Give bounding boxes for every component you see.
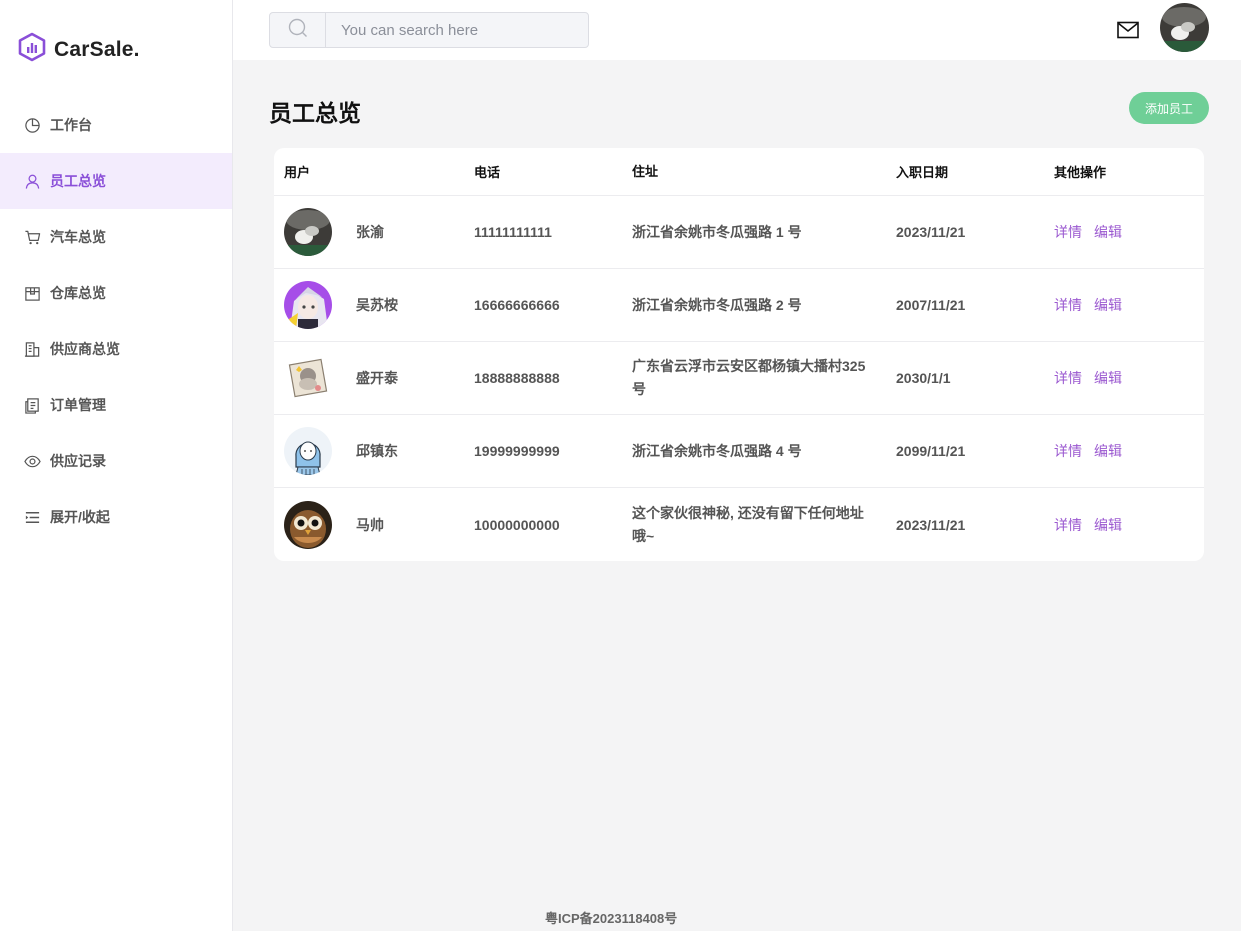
page-title: 员工总览 [269,100,361,126]
sidebar-item-label: 员工总览 [50,173,106,189]
sidebar-item-label: 工作台 [50,117,92,133]
employee-name: 马帅 [356,516,384,533]
column-header-phone: 电话 [474,165,501,180]
employee-address: 浙江省余姚市冬瓜强路 1 号 [632,223,802,240]
detail-link[interactable]: 详情 [1054,295,1082,315]
sidebar-item-employees[interactable]: 员工总览 [0,153,232,209]
employee-address: 广东省云浮市云安区都杨镇大播村325号 [632,358,866,397]
employee-phone: 11111111111 [474,224,552,240]
column-header-user: 用户 [284,165,311,180]
edit-link[interactable]: 编辑 [1094,368,1122,388]
sidebar-item-label: 汽车总览 [50,229,106,245]
table-row: 盛开泰 18888888888 广东省云浮市云安区都杨镇大播村325号 2030… [274,342,1204,415]
employee-avatar [284,427,332,475]
column-header-address: 住址 [632,164,659,179]
employee-hire-date: 2007/11/21 [896,297,966,313]
employee-hire-date: 2030/1/1 [896,370,951,386]
column-header-hire-date: 入职日期 [896,165,949,180]
table-header: 用户 电话 住址 入职日期 其他操作 [274,148,1204,196]
sidebar-item-orders[interactable]: 订单管理 [0,377,232,433]
search-box [269,12,589,48]
employee-phone: 18888888888 [474,370,560,386]
sidebar-item-cars[interactable]: 汽车总览 [0,209,232,265]
detail-link[interactable]: 详情 [1054,441,1082,461]
employee-avatar [284,281,332,329]
logo-hexagon-icon [18,32,46,67]
sidebar-item-label: 供应商总览 [50,341,120,357]
employee-hire-date: 2023/11/21 [896,224,966,240]
employee-avatar [284,354,332,402]
list-toggle-icon [24,509,41,526]
building-icon [24,341,41,358]
employee-address: 浙江省余姚市冬瓜强路 2 号 [632,296,802,313]
table-row: 张渝 11111111111 浙江省余姚市冬瓜强路 1 号 2023/11/21… [274,196,1204,269]
search-button[interactable] [270,13,326,47]
search-input[interactable] [326,13,588,47]
employee-name: 邱镇东 [356,443,398,459]
employee-address: 浙江省余姚市冬瓜强路 4 号 [632,442,802,459]
employee-table: 用户 电话 住址 入职日期 其他操作 张渝 11111111111 浙江省余姚市… [274,148,1204,561]
employee-hire-date: 2099/11/21 [896,443,966,459]
detail-link[interactable]: 详情 [1054,368,1082,388]
employee-avatar [284,500,332,549]
sidebar-item-suppliers[interactable]: 供应商总览 [0,321,232,377]
sidebar-item-warehouse[interactable]: 仓库总览 [0,265,232,321]
employee-name: 盛开泰 [356,370,398,386]
document-icon [24,397,41,414]
employee-name: 吴苏桉 [356,297,398,313]
sidebar-item-label: 展开/收起 [50,509,110,525]
employee-address: 这个家伙很神秘, 还没有留下任何地址哦~ [632,504,864,544]
table-row: 吴苏桉 16666666666 浙江省余姚市冬瓜强路 2 号 2007/11/2… [274,269,1204,342]
sidebar: CarSale. 工作台 员工总览 汽车总览 仓库总览 供应商总览 订单管理 供… [0,0,233,931]
employee-hire-date: 2023/11/21 [896,516,966,533]
sidebar-item-label: 订单管理 [50,397,106,413]
edit-link[interactable]: 编辑 [1094,295,1122,315]
add-employee-button[interactable]: 添加员工 [1129,92,1209,124]
user-avatar[interactable] [1160,3,1209,52]
cart-icon [24,229,41,246]
edit-link[interactable]: 编辑 [1094,222,1122,242]
detail-link[interactable]: 详情 [1054,222,1082,242]
logo-text: CarSale. [54,37,140,61]
user-icon [24,173,41,190]
icp-footer[interactable]: 粤ICP备2023118408号 [545,908,677,927]
sidebar-item-workbench[interactable]: 工作台 [0,97,232,153]
box-icon [24,285,41,302]
employee-phone: 19999999999 [474,443,560,459]
column-header-operations: 其他操作 [1054,165,1107,180]
table-row: 马帅 10000000000 这个家伙很神秘, 还没有留下任何地址哦~ 2023… [274,488,1204,561]
employee-phone: 10000000000 [474,516,560,533]
eye-icon [24,453,41,470]
mail-icon[interactable] [1116,19,1140,41]
sidebar-nav: 工作台 员工总览 汽车总览 仓库总览 供应商总览 订单管理 供应记录 展开/收起 [0,97,232,545]
edit-link[interactable]: 编辑 [1094,441,1122,461]
sidebar-item-label: 供应记录 [50,453,106,469]
pie-chart-icon [24,117,41,134]
employee-phone: 16666666666 [474,297,560,313]
employee-name: 张渝 [356,224,384,240]
sidebar-item-label: 仓库总览 [50,285,106,301]
top-bar [233,0,1241,60]
search-icon [287,17,309,44]
sidebar-toggle[interactable]: 展开/收起 [0,489,232,545]
table-row: 邱镇东 19999999999 浙江省余姚市冬瓜强路 4 号 2099/11/2… [274,415,1204,488]
logo[interactable]: CarSale. [18,32,140,67]
employee-avatar [284,208,332,256]
sidebar-item-supply-records[interactable]: 供应记录 [0,433,232,489]
detail-link[interactable]: 详情 [1054,515,1082,535]
edit-link[interactable]: 编辑 [1094,515,1122,535]
